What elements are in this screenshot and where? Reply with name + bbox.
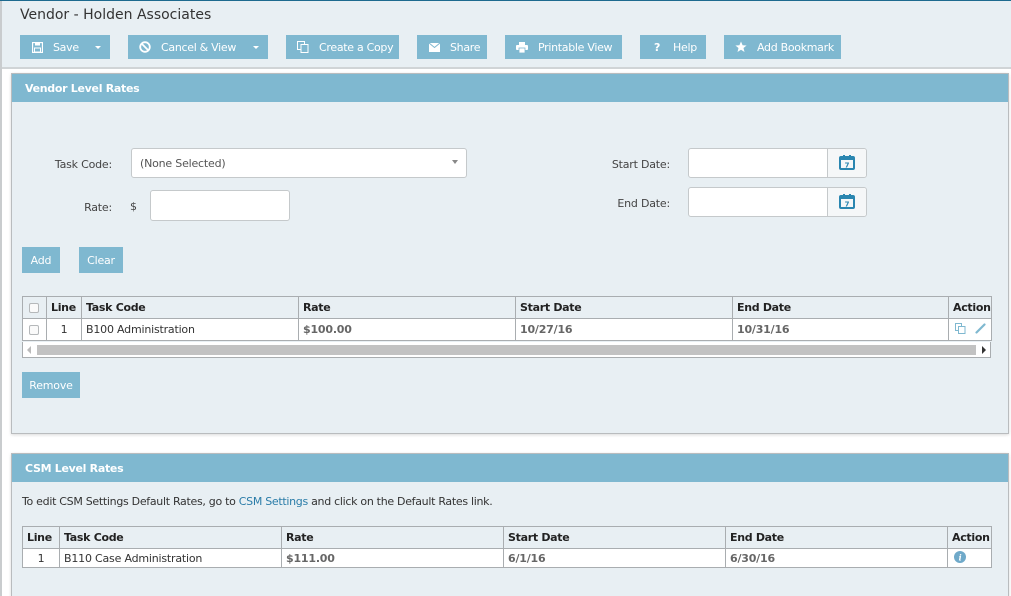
printable-view-button[interactable]: Printable View xyxy=(505,35,622,59)
help-label: Help xyxy=(673,40,697,54)
column-header[interactable]: Start Date xyxy=(503,526,726,549)
start-date-input[interactable]: 7 xyxy=(688,148,867,178)
panel-title: CSM Level Rates xyxy=(12,454,1008,482)
column-header[interactable]: Rate xyxy=(281,526,504,549)
scroll-right-arrow-icon[interactable] xyxy=(982,346,986,354)
task-code-select[interactable]: (None Selected) xyxy=(131,148,467,178)
column-header[interactable]: Rate xyxy=(298,296,516,319)
printable-view-label: Printable View xyxy=(538,40,613,54)
column-header[interactable]: Start Date xyxy=(515,296,733,319)
column-header[interactable]: Line xyxy=(22,526,60,549)
calendar-icon: 7 xyxy=(839,154,855,173)
start-date-cell: 6/1/16 xyxy=(503,548,726,568)
panel-title: Vendor Level Rates xyxy=(12,74,1008,102)
add-bookmark-label: Add Bookmark xyxy=(757,40,834,54)
page-header: Vendor - Holden Associates Save Cancel &… xyxy=(2,1,1011,69)
column-header[interactable]: End Date xyxy=(732,296,949,319)
task-code-label: Task Code: xyxy=(54,158,112,171)
column-header[interactable]: End Date xyxy=(725,526,948,549)
csm-settings-link[interactable]: CSM Settings xyxy=(239,495,308,508)
end-date-picker-button[interactable]: 7 xyxy=(827,188,866,216)
rate-label: Rate: xyxy=(84,201,112,214)
rate-cell: $111.00 xyxy=(281,548,504,568)
info-text-before: To edit CSM Settings Default Rates, go t… xyxy=(22,495,239,508)
scrollbar-thumb[interactable] xyxy=(37,345,976,355)
cancel-icon xyxy=(138,40,152,54)
save-button[interactable]: Save xyxy=(20,35,110,59)
csm-info-text: To edit CSM Settings Default Rates, go t… xyxy=(22,495,493,508)
info-text-after: and click on the Default Rates link. xyxy=(307,495,493,508)
end-date-cell: 6/30/16 xyxy=(725,548,948,568)
create-copy-button[interactable]: Create a Copy xyxy=(286,35,399,59)
row-checkbox[interactable] xyxy=(29,325,39,335)
add-bookmark-button[interactable]: Add Bookmark xyxy=(724,35,841,59)
row-select-cell xyxy=(22,318,47,341)
share-button[interactable]: Share xyxy=(417,35,487,59)
cancel-view-button[interactable]: Cancel & View xyxy=(128,35,268,59)
rate-cell: $100.00 xyxy=(298,318,516,341)
column-header[interactable]: Task Code xyxy=(81,296,299,319)
column-header[interactable]: Line xyxy=(46,296,82,319)
action-cell: i xyxy=(947,548,992,568)
end-date-input[interactable]: 7 xyxy=(688,187,867,217)
create-copy-label: Create a Copy xyxy=(319,40,394,54)
select-all-checkbox[interactable] xyxy=(29,303,39,313)
start-date-cell: 10/27/16 xyxy=(515,318,733,341)
start-date-label: Start Date: xyxy=(611,158,670,171)
table-header-row: Line Task Code Rate Start Date End Date … xyxy=(22,296,992,319)
task-code-cell: B110 Case Administration xyxy=(59,548,282,568)
svg-text:7: 7 xyxy=(845,161,850,169)
star-icon xyxy=(734,40,748,54)
csm-rates-table: Line Task Code Rate Start Date End Date … xyxy=(22,526,992,568)
vendor-rates-table: Line Task Code Rate Start Date End Date … xyxy=(22,296,992,341)
edit-pencil-icon[interactable] xyxy=(975,322,986,337)
start-date-picker-button[interactable]: 7 xyxy=(827,149,866,177)
end-date-cell: 10/31/16 xyxy=(732,318,949,341)
save-icon xyxy=(30,40,44,54)
left-edge xyxy=(0,1,2,596)
calendar-icon: 7 xyxy=(839,193,855,212)
table-row: 1 B100 Administration $100.00 10/27/16 1… xyxy=(22,318,992,341)
vendor-level-rates-panel: Vendor Level Rates Task Code: (None Sele… xyxy=(11,73,1009,434)
table-row: 1 B110 Case Administration $111.00 6/1/1… xyxy=(22,548,992,568)
question-icon: ? xyxy=(653,40,661,54)
end-date-label: End Date: xyxy=(617,197,670,210)
add-button[interactable]: Add xyxy=(22,247,60,273)
column-header: Action xyxy=(947,526,992,549)
chevron-down-icon[interactable] xyxy=(95,46,101,49)
info-icon[interactable]: i xyxy=(954,550,966,566)
action-cell xyxy=(948,318,992,341)
currency-symbol: $ xyxy=(130,200,137,213)
chevron-down-icon[interactable] xyxy=(253,46,259,49)
task-code-cell: B100 Administration xyxy=(81,318,299,341)
envelope-icon xyxy=(427,40,441,54)
column-header: Action xyxy=(948,296,992,319)
share-label: Share xyxy=(450,40,481,54)
save-label: Save xyxy=(53,40,79,54)
copy-icon[interactable] xyxy=(955,322,966,337)
svg-text:7: 7 xyxy=(845,200,850,208)
line-cell: 1 xyxy=(46,318,82,341)
printer-icon xyxy=(515,40,529,54)
rate-input[interactable] xyxy=(150,190,290,221)
remove-button[interactable]: Remove xyxy=(22,372,80,398)
dropdown-arrow-icon xyxy=(452,160,458,164)
csm-level-rates-panel: CSM Level Rates To edit CSM Settings Def… xyxy=(11,453,1009,596)
column-header[interactable]: Task Code xyxy=(59,526,282,549)
svg-text:i: i xyxy=(959,552,962,562)
task-code-value: (None Selected) xyxy=(140,157,226,170)
page-title: Vendor - Holden Associates xyxy=(20,7,212,23)
copy-icon xyxy=(296,40,310,54)
table-header-row: Line Task Code Rate Start Date End Date … xyxy=(22,526,992,549)
help-button[interactable]: ? Help xyxy=(640,35,706,59)
line-cell: 1 xyxy=(22,548,60,568)
scroll-left-arrow-icon[interactable] xyxy=(27,346,31,354)
horizontal-scrollbar[interactable] xyxy=(22,342,991,358)
clear-button[interactable]: Clear xyxy=(79,247,123,273)
select-all-header xyxy=(22,296,47,319)
cancel-view-label: Cancel & View xyxy=(161,40,237,54)
